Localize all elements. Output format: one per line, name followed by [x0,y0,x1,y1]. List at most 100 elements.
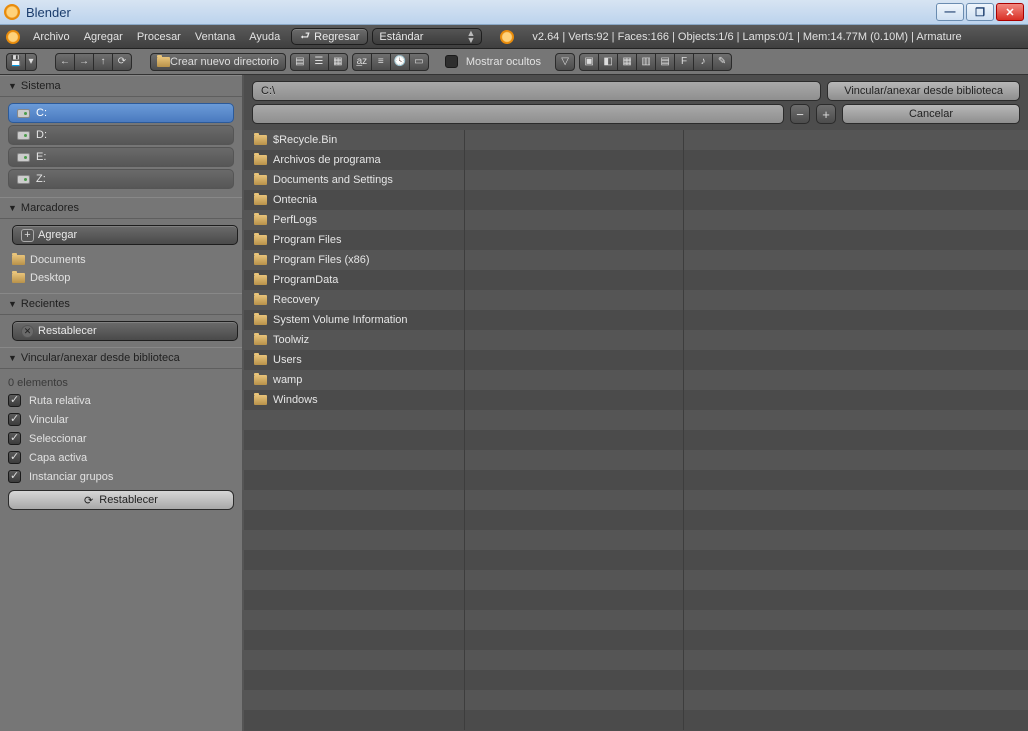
folder-icon [254,275,267,285]
layout-dropdown-label: Estándar [379,31,423,43]
filter-movie-icon[interactable]: ▥ [636,53,656,71]
file-row[interactable]: Ontecnia [244,190,1028,210]
file-row[interactable]: Recovery [244,290,1028,310]
close-button[interactable]: ✕ [996,3,1024,21]
option-capa-activa[interactable]: Capa activa [8,448,234,467]
save-icon[interactable]: 💾 [6,53,26,71]
show-hidden-check[interactable] [445,55,458,68]
file-row[interactable]: Program Files [244,230,1028,250]
sort-size-icon[interactable]: ▭ [409,53,429,71]
folder-icon [254,255,267,265]
path-input[interactable]: C:\ [252,81,821,101]
reset-recent-button[interactable]: ✕ Restablecer [12,321,238,341]
add-bookmark-button[interactable]: + Agregar [12,225,238,245]
maximize-button[interactable]: ❐ [966,3,994,21]
bookmark-desktop[interactable]: Desktop [8,269,234,287]
file-row[interactable]: Users [244,350,1028,370]
filter-text-icon[interactable]: ✎ [712,53,732,71]
elements-count: 0 elementos [8,375,234,391]
file-row[interactable]: System Volume Information [244,310,1028,330]
option-vincular[interactable]: Vincular [8,410,234,429]
file-name: Ontecnia [273,194,317,206]
file-name: Documents and Settings [273,174,393,186]
recent-panel-title: Recientes [21,298,70,310]
file-row [244,550,1028,570]
increment-button[interactable]: + [816,104,836,124]
file-row[interactable]: Program Files (x86) [244,250,1028,270]
option-ruta-relativa[interactable]: Ruta relativa [8,391,234,410]
filter-image-icon[interactable]: ▦ [617,53,637,71]
file-list[interactable]: $Recycle.BinArchivos de programa Document… [244,130,1028,731]
bookmark-label: Documents [30,254,86,266]
sort-ext-icon[interactable]: ≡ [371,53,391,71]
bookmarks-panel-header[interactable]: ▼ Marcadores [0,197,242,219]
link-append-button[interactable]: Vincular/anexar desde biblioteca [827,81,1020,101]
link-panel-header[interactable]: ▼ Vincular/anexar desde biblioteca [0,347,242,369]
left-sidebar: ▼ Sistema C: D: E: Z: ▼ Marcadores + Agrega… [0,75,244,731]
filter-blend-icon[interactable]: ◧ [598,53,618,71]
drive-D[interactable]: D: [8,125,234,145]
recent-panel-header[interactable]: ▼ Recientes [0,293,242,315]
view-list-long-icon[interactable]: ☰ [309,53,329,71]
sort-alpha-icon[interactable]: a̲z [352,53,372,71]
filter-sound-icon[interactable]: ♪ [693,53,713,71]
nav-fwd-icon[interactable]: → [74,53,94,71]
folder-icon [254,175,267,185]
filename-input[interactable] [252,104,784,124]
file-row[interactable]: Documents and Settings [244,170,1028,190]
file-row [244,670,1028,690]
drive-label: E: [36,151,46,163]
filter-font-icon[interactable]: F [674,53,694,71]
option-instanciar-grupos[interactable]: Instanciar grupos [8,467,234,486]
drive-C[interactable]: C: [8,103,234,123]
drive-Z[interactable]: Z: [8,169,234,189]
bookmark-documents[interactable]: Documents [8,251,234,269]
filter-script-icon[interactable]: ▤ [655,53,675,71]
file-name: wamp [273,374,302,386]
file-row[interactable]: ProgramData [244,270,1028,290]
file-name: Toolwiz [273,334,309,346]
layout-dropdown[interactable]: Estándar ▲▼ [372,28,482,45]
file-row[interactable]: Windows [244,390,1028,410]
window-title: Blender [26,5,71,20]
menu-help[interactable]: Ayuda [249,31,280,43]
file-row [244,410,1028,430]
save-dropdown-icon[interactable]: ▾ [25,53,37,71]
new-directory-button[interactable]: Crear nuevo directorio [150,53,286,71]
nav-refresh-icon[interactable]: ⟳ [112,53,132,71]
file-row [244,430,1028,450]
filter-funnel-icon[interactable]: ▽ [555,53,575,71]
view-thumb-icon[interactable]: ▦ [328,53,348,71]
menu-window[interactable]: Ventana [195,31,235,43]
file-row [244,490,1028,510]
back-arrow-icon: ⮐ [300,27,310,46]
filter-folder-icon[interactable]: ▣ [579,53,599,71]
nav-up-icon[interactable]: ↑ [93,53,113,71]
menu-process[interactable]: Procesar [137,31,181,43]
status-text: v2.64 | Verts:92 | Faces:166 | Objects:1… [532,31,961,43]
nav-back-icon[interactable]: ← [55,53,75,71]
sort-time-icon[interactable]: 🕓 [390,53,410,71]
file-row[interactable]: Toolwiz [244,330,1028,350]
system-panel-header[interactable]: ▼ Sistema [0,75,242,97]
decrement-button[interactable]: − [790,104,810,124]
file-row [244,450,1028,470]
menu-add[interactable]: Agregar [84,31,123,43]
show-hidden-label: Mostrar ocultos [466,56,541,68]
file-row[interactable]: $Recycle.Bin [244,130,1028,150]
menu-file[interactable]: Archivo [33,31,70,43]
drive-label: C: [36,107,47,119]
file-row[interactable]: PerfLogs [244,210,1028,230]
file-row [244,690,1028,710]
drive-E[interactable]: E: [8,147,234,167]
folder-icon [254,215,267,225]
minimize-button[interactable]: — [936,3,964,21]
file-row[interactable]: Archivos de programa [244,150,1028,170]
option-seleccionar[interactable]: Seleccionar [8,429,234,448]
cancel-button[interactable]: Cancelar [842,104,1020,124]
file-row[interactable]: wamp [244,370,1028,390]
reset-options-button[interactable]: ⟳ Restablecer [8,490,234,510]
view-list-short-icon[interactable]: ▤ [290,53,310,71]
collapse-icon: ▼ [8,203,17,213]
back-button[interactable]: ⮐ Regresar [291,28,368,45]
